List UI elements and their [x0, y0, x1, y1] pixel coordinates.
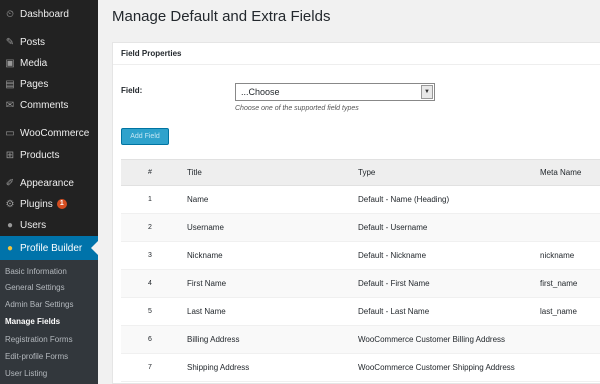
pin-icon: ✎ — [5, 36, 15, 48]
menu-label: Profile Builder — [20, 242, 83, 254]
row-meta-name — [536, 325, 600, 354]
profile-icon: ● — [6, 242, 14, 254]
chevron-down-icon[interactable]: ▼ — [421, 85, 433, 99]
dashboard-icon: ⏲ — [6, 8, 14, 20]
menu-item-plugins[interactable]: ⚙ Plugins 1 — [0, 193, 98, 215]
menu-item-media[interactable]: ▣ Media — [0, 52, 98, 74]
row-meta-name — [536, 213, 600, 242]
menu-label: Appearance — [20, 177, 74, 189]
user-icon: ● — [6, 219, 14, 231]
table-header-row: # Title Type Meta Name — [121, 159, 600, 186]
page-title: Manage Default and Extra Fields — [112, 8, 331, 25]
field-hint: Choose one of the supported field types — [235, 105, 359, 112]
add-field-button[interactable]: Add Field — [121, 128, 169, 145]
plugin-icon: ⚙ — [5, 198, 15, 210]
submenu-registration-forms[interactable]: Registration Forms — [5, 334, 73, 346]
row-number: 2 — [121, 213, 179, 242]
fields-table: # Title Type Meta Name 1 Name Default - … — [121, 159, 600, 382]
brush-icon: ✐ — [5, 177, 15, 189]
menu-label: Comments — [20, 99, 69, 111]
select-value: ...Choose — [241, 87, 280, 97]
comments-icon: ✉ — [5, 99, 15, 111]
submenu-user-listing[interactable]: User Listing — [5, 368, 47, 380]
row-title: Last Name — [179, 297, 358, 326]
field-type-select[interactable]: ...Choose ▼ — [235, 83, 435, 101]
menu-item-profile-builder[interactable]: ● Profile Builder — [0, 236, 98, 260]
active-arrow — [91, 241, 98, 255]
woocommerce-icon: ▭ — [5, 127, 15, 139]
menu-item-comments[interactable]: ✉ Comments — [0, 94, 98, 116]
column-header-title: Title — [179, 159, 358, 186]
admin-sidebar: ⏲ Dashboard ✎ Posts ▣ Media ▤ Pages ✉ Co… — [0, 0, 98, 384]
column-header-number: # — [121, 159, 179, 186]
submenu-general-settings[interactable]: General Settings — [5, 282, 65, 294]
row-title: Username — [179, 213, 358, 242]
row-number: 6 — [121, 325, 179, 354]
menu-label: Products — [20, 149, 60, 161]
panel-header: Field Properties — [113, 43, 600, 65]
field-properties-panel: Field Properties Field: ...Choose ▼ Choo… — [112, 42, 600, 384]
table-row[interactable]: 7 Shipping Address WooCommerce Customer … — [121, 353, 600, 382]
menu-item-appearance[interactable]: ✐ Appearance — [0, 172, 98, 194]
menu-label: Users — [20, 219, 47, 231]
menu-label: Posts — [20, 36, 46, 48]
row-type: Default - Nickname — [358, 241, 536, 270]
row-type: Default - First Name — [358, 269, 536, 298]
submenu-admin-bar-settings[interactable]: Admin Bar Settings — [5, 299, 73, 311]
cart-icon: ⊞ — [5, 149, 15, 161]
row-type: WooCommerce Customer Billing Address — [358, 325, 536, 354]
row-type: Default - Username — [358, 213, 536, 242]
submenu-manage-fields[interactable]: Manage Fields — [5, 316, 60, 328]
table-row[interactable]: 3 Nickname Default - Nickname nickname — [121, 241, 600, 270]
menu-label: WooCommerce — [20, 127, 90, 139]
menu-item-dashboard[interactable]: ⏲ Dashboard — [0, 3, 98, 25]
row-meta-name: last_name — [536, 297, 600, 326]
menu-item-woocommerce[interactable]: ▭ WooCommerce — [0, 122, 98, 144]
column-header-meta-name: Meta Name — [536, 159, 600, 186]
row-title: First Name — [179, 269, 358, 298]
menu-item-products[interactable]: ⊞ Products — [0, 144, 98, 166]
row-number: 7 — [121, 353, 179, 382]
row-type: Default - Last Name — [358, 297, 536, 326]
row-meta-name: first_name — [536, 269, 600, 298]
row-number: 3 — [121, 241, 179, 270]
menu-item-pages[interactable]: ▤ Pages — [0, 73, 98, 95]
menu-item-users[interactable]: ● Users — [0, 214, 98, 236]
row-meta-name — [536, 353, 600, 382]
menu-label: Dashboard — [20, 8, 69, 20]
row-title: Nickname — [179, 241, 358, 270]
row-type: WooCommerce Customer Shipping Address — [358, 353, 536, 382]
submenu-basic-information[interactable]: Basic Information — [5, 266, 67, 278]
menu-label: Pages — [20, 78, 49, 90]
row-type: Default - Name (Heading) — [358, 185, 536, 214]
row-title: Shipping Address — [179, 353, 358, 382]
row-title: Name — [179, 185, 358, 214]
menu-item-posts[interactable]: ✎ Posts — [0, 31, 98, 53]
pages-icon: ▤ — [5, 78, 15, 90]
row-title: Billing Address — [179, 325, 358, 354]
profile-builder-submenu: Basic Information General Settings Admin… — [0, 260, 98, 384]
menu-label: Plugins — [20, 198, 53, 210]
media-icon: ▣ — [5, 57, 15, 69]
submenu-edit-profile-forms[interactable]: Edit-profile Forms — [5, 351, 68, 363]
row-meta-name: nickname — [536, 241, 600, 270]
table-row[interactable]: 1 Name Default - Name (Heading) — [121, 185, 600, 214]
column-header-type: Type — [358, 159, 536, 186]
row-number: 5 — [121, 297, 179, 326]
update-count-badge: 1 — [56, 199, 67, 209]
table-row[interactable]: 4 First Name Default - First Name first_… — [121, 269, 600, 298]
table-row[interactable]: 6 Billing Address WooCommerce Customer B… — [121, 325, 600, 354]
field-label: Field: — [121, 86, 143, 95]
table-row[interactable]: 5 Last Name Default - Last Name last_nam… — [121, 297, 600, 326]
menu-label: Media — [20, 57, 48, 69]
row-number: 4 — [121, 269, 179, 298]
table-row[interactable]: 2 Username Default - Username — [121, 213, 600, 242]
row-number: 1 — [121, 185, 179, 214]
row-meta-name — [536, 185, 600, 214]
